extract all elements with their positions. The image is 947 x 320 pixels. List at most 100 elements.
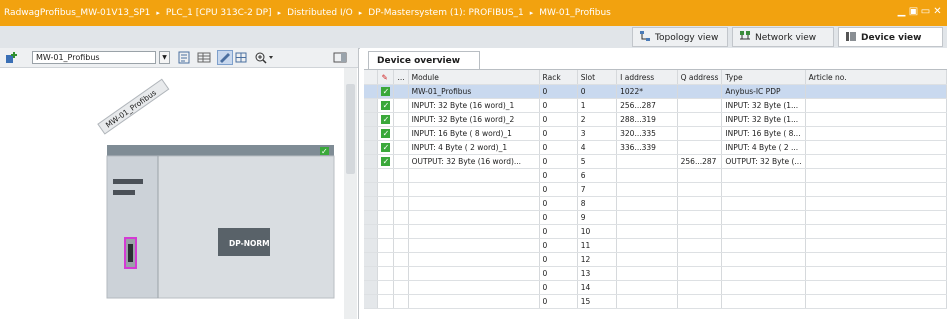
cell-type[interactable]: INPUT: 4 Byte ( 2 ... bbox=[721, 140, 806, 155]
cell-iaddr[interactable] bbox=[616, 168, 678, 183]
table-row[interactable]: 0 11 bbox=[364, 238, 947, 253]
header-i-address[interactable]: I address bbox=[616, 70, 678, 85]
table-row[interactable]: 0 14 bbox=[364, 280, 947, 295]
device-canvas[interactable]: MW-01_Profibus ✓ DP-NORM bbox=[0, 68, 344, 319]
device-select[interactable]: MW-01_Profibus bbox=[32, 51, 156, 64]
cell-rack[interactable]: 0 bbox=[539, 266, 578, 281]
minimize-icon[interactable]: ▁ bbox=[896, 6, 907, 18]
cell-rack[interactable]: 0 bbox=[539, 126, 578, 141]
cell-rack[interactable]: 0 bbox=[539, 182, 578, 197]
cell-type[interactable] bbox=[721, 182, 806, 197]
table-row[interactable]: ✓ INPUT: 32 Byte (16 word)_1 0 1 256...287 IN… bbox=[364, 98, 947, 113]
row-more-cell[interactable] bbox=[393, 238, 409, 253]
cell-article[interactable] bbox=[805, 126, 947, 141]
cell-article[interactable] bbox=[805, 98, 947, 113]
cell-type[interactable] bbox=[721, 224, 806, 239]
canvas-scrollbar[interactable] bbox=[344, 68, 357, 319]
table-row[interactable]: ✓ OUTPUT: 32 Byte (16 word)... 0 5 256...287… bbox=[364, 154, 947, 169]
zoom-icon[interactable] bbox=[254, 51, 274, 64]
cell-type[interactable]: OUTPUT: 32 Byte (... bbox=[721, 154, 806, 169]
cell-type[interactable] bbox=[721, 280, 806, 295]
cell-article[interactable] bbox=[805, 252, 947, 267]
header-rack[interactable]: Rack bbox=[539, 70, 578, 85]
overview-toggle-icon[interactable] bbox=[333, 51, 347, 64]
row-stub[interactable] bbox=[364, 98, 379, 113]
header-article-no[interactable]: Article no. bbox=[805, 70, 947, 85]
slot-head-module[interactable] bbox=[106, 155, 159, 299]
row-more-cell[interactable] bbox=[393, 224, 409, 239]
cell-slot[interactable]: 14 bbox=[577, 280, 618, 295]
row-status-cell[interactable]: ✓ bbox=[377, 112, 395, 127]
cell-type[interactable]: INPUT: 32 Byte (1... bbox=[721, 112, 806, 127]
cell-rack[interactable]: 0 bbox=[539, 210, 578, 225]
cell-article[interactable] bbox=[805, 224, 947, 239]
cell-rack[interactable]: 0 bbox=[539, 238, 578, 253]
cell-qaddr[interactable] bbox=[677, 266, 723, 281]
cell-article[interactable] bbox=[805, 210, 947, 225]
cell-qaddr[interactable] bbox=[677, 112, 723, 127]
scrollbar-thumb[interactable] bbox=[346, 84, 355, 174]
cell-iaddr[interactable]: 336...339 bbox=[616, 140, 678, 155]
row-stub[interactable] bbox=[364, 126, 379, 141]
cell-type[interactable]: Anybus-IC PDP bbox=[721, 84, 806, 99]
cell-rack[interactable]: 0 bbox=[539, 252, 578, 267]
table-row[interactable]: 0 13 bbox=[364, 266, 947, 281]
cell-slot[interactable]: 5 bbox=[577, 154, 618, 169]
cell-module[interactable] bbox=[408, 182, 540, 197]
row-status-cell[interactable] bbox=[377, 210, 395, 225]
grid-icon[interactable] bbox=[234, 51, 248, 64]
cell-iaddr[interactable] bbox=[616, 154, 678, 169]
cell-iaddr[interactable] bbox=[616, 252, 678, 267]
cell-qaddr[interactable] bbox=[677, 140, 723, 155]
cell-slot[interactable]: 9 bbox=[577, 210, 618, 225]
cell-slot[interactable]: 4 bbox=[577, 140, 618, 155]
tab-topology-view[interactable]: Topology view bbox=[632, 27, 728, 47]
cell-iaddr[interactable] bbox=[616, 266, 678, 281]
cell-article[interactable] bbox=[805, 112, 947, 127]
cell-slot[interactable]: 11 bbox=[577, 238, 618, 253]
table-row[interactable]: 06 bbox=[364, 168, 947, 183]
row-status-cell[interactable] bbox=[377, 238, 395, 253]
cell-qaddr[interactable] bbox=[677, 280, 723, 295]
row-stub[interactable] bbox=[364, 196, 379, 211]
add-device-icon[interactable] bbox=[4, 51, 18, 64]
row-stub[interactable] bbox=[364, 210, 379, 225]
cell-rack[interactable]: 0 bbox=[539, 168, 578, 183]
table-row[interactable]: ✓ MW-01_Profibus 0 0 1022* Anybus-IC PDP bbox=[364, 84, 947, 99]
tab-device-view[interactable]: Device view bbox=[838, 27, 943, 47]
row-status-cell[interactable] bbox=[377, 252, 395, 267]
row-status-cell[interactable] bbox=[377, 294, 395, 309]
cell-rack[interactable]: 0 bbox=[539, 224, 578, 239]
cell-qaddr[interactable] bbox=[677, 126, 723, 141]
row-more-cell[interactable] bbox=[393, 196, 409, 211]
maximize-icon[interactable]: ▭ bbox=[920, 6, 931, 18]
cell-rack[interactable]: 0 bbox=[539, 98, 578, 113]
cell-article[interactable] bbox=[805, 196, 947, 211]
row-status-cell[interactable]: ✓ bbox=[377, 84, 395, 99]
cell-slot[interactable]: 1 bbox=[577, 98, 618, 113]
cell-rack[interactable]: 0 bbox=[539, 154, 578, 169]
cell-slot[interactable]: 2 bbox=[577, 112, 618, 127]
cell-slot[interactable]: 13 bbox=[577, 266, 618, 281]
cell-iaddr[interactable] bbox=[616, 196, 678, 211]
cell-rack[interactable]: 0 bbox=[539, 196, 578, 211]
cell-module[interactable] bbox=[408, 252, 540, 267]
header-type[interactable]: Type bbox=[721, 70, 806, 85]
cell-qaddr[interactable] bbox=[677, 210, 723, 225]
breadcrumb-plc[interactable]: PLC_1 [CPU 313C-2 DP] bbox=[166, 8, 272, 18]
header-more[interactable]: ... bbox=[393, 70, 409, 85]
cell-iaddr[interactable] bbox=[616, 238, 678, 253]
cell-type[interactable] bbox=[721, 238, 806, 253]
cell-slot[interactable]: 6 bbox=[577, 168, 618, 183]
row-more-cell[interactable] bbox=[393, 84, 409, 99]
cell-module[interactable] bbox=[408, 168, 540, 183]
row-status-cell[interactable] bbox=[377, 196, 395, 211]
cell-slot[interactable]: 15 bbox=[577, 294, 618, 309]
cell-module[interactable] bbox=[408, 196, 540, 211]
row-stub[interactable] bbox=[364, 294, 379, 309]
cell-qaddr[interactable] bbox=[677, 168, 723, 183]
cell-iaddr[interactable]: 1022* bbox=[616, 84, 678, 99]
page-layout-icon[interactable] bbox=[177, 51, 191, 64]
cell-iaddr[interactable] bbox=[616, 280, 678, 295]
cell-module[interactable] bbox=[408, 266, 540, 281]
